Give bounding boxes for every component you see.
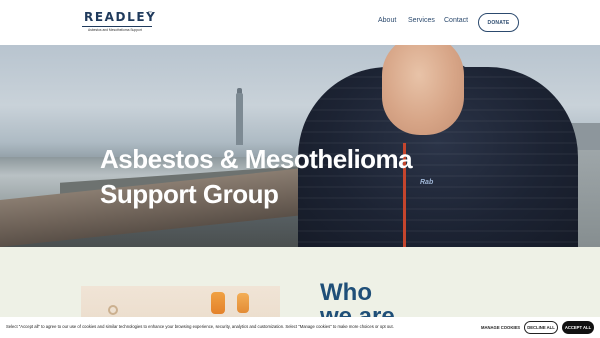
photo-lamp-left bbox=[211, 292, 225, 314]
hero-title-line1: Asbestos & Mesothelioma bbox=[100, 144, 413, 174]
photo-lamp-right bbox=[237, 293, 249, 313]
hero-banner: Rab Asbestos & Mesothelioma Support Grou… bbox=[0, 45, 600, 247]
manage-cookies-button[interactable]: MANAGE COOKIES bbox=[481, 325, 520, 330]
logo-wordmark: READLEY bbox=[84, 10, 157, 24]
nav-contact[interactable]: Contact bbox=[444, 17, 468, 24]
nav-about[interactable]: About bbox=[378, 17, 396, 24]
photo-decoration bbox=[108, 305, 118, 315]
man-face bbox=[382, 45, 464, 135]
accept-all-button[interactable]: ACCEPT ALL bbox=[562, 321, 594, 334]
logo-divider bbox=[82, 26, 152, 27]
nav-services[interactable]: Services bbox=[408, 17, 435, 24]
donate-button[interactable]: DONATE bbox=[478, 13, 519, 32]
hero-title-line2: Support Group bbox=[100, 179, 279, 209]
decline-all-button[interactable]: DECLINE ALL bbox=[524, 321, 558, 334]
lighthouse bbox=[236, 93, 243, 145]
readley-logo[interactable]: READLEY ™ Asbestos and Mesothelioma Supp… bbox=[82, 10, 156, 34]
logo-trademark: ™ bbox=[148, 10, 152, 15]
site-header: READLEY ™ Asbestos and Mesothelioma Supp… bbox=[0, 0, 600, 45]
cookie-message: Select "Accept all" to agree to our use … bbox=[6, 324, 394, 329]
logo-tagline: Asbestos and Mesothelioma Support bbox=[88, 28, 142, 32]
jacket-brand-logo: Rab bbox=[420, 179, 434, 186]
cookie-banner: Select "Accept all" to agree to our use … bbox=[0, 317, 600, 338]
